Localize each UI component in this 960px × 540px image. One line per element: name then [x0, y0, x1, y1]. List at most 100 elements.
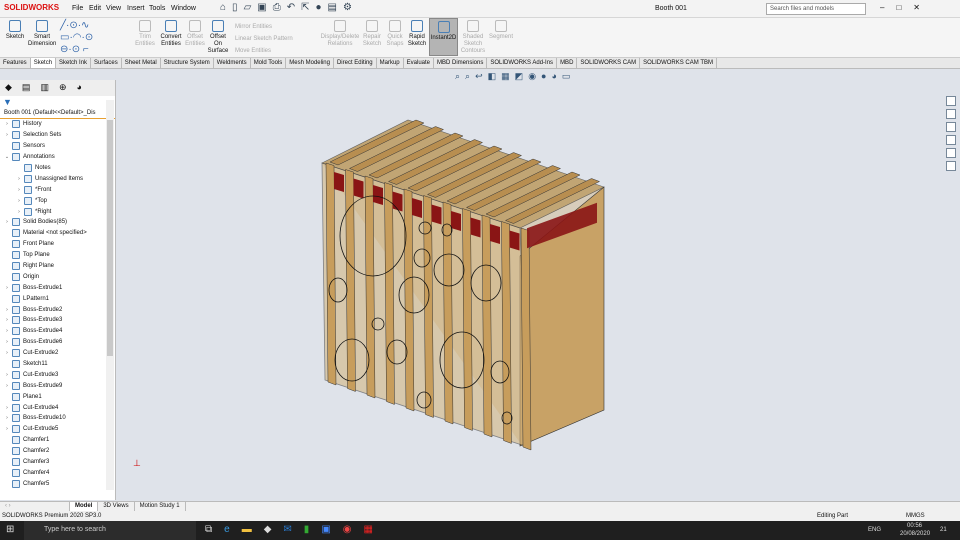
section-view-icon[interactable]: ◧: [488, 71, 497, 82]
tree-item[interactable]: Chamfer1: [0, 435, 115, 446]
tree-item[interactable]: › Solid Bodies(85): [0, 217, 115, 228]
solidworks-forum-icon[interactable]: [946, 161, 956, 171]
excel-icon[interactable]: ▮: [304, 524, 310, 535]
tab-mold-tools[interactable]: Mold Tools: [251, 58, 287, 68]
tree-root-part[interactable]: Booth 001 (Default<<Default>_Dis: [0, 109, 115, 119]
minimize-icon[interactable]: –: [880, 3, 884, 12]
mirror-entities-button[interactable]: Mirror Entities: [235, 21, 293, 33]
property-manager-tab-icon[interactable]: ▤: [22, 82, 31, 94]
tree-item[interactable]: Right Plane: [0, 261, 115, 272]
expand-arrow-icon[interactable]: ›: [14, 176, 24, 182]
tab-evaluate[interactable]: Evaluate: [404, 58, 435, 68]
filter-icon[interactable]: ▼: [0, 96, 115, 109]
tree-item[interactable]: Chamfer5: [0, 478, 115, 489]
instant2d-button[interactable]: Instant2D: [429, 18, 458, 56]
tree-item[interactable]: › Cut-Extrude5: [0, 424, 115, 435]
expand-arrow-icon[interactable]: ›: [2, 426, 12, 432]
menu-edit[interactable]: Edit: [89, 5, 101, 12]
convert-entities-button[interactable]: Convert Entities: [158, 20, 184, 48]
sketch-entity-tools[interactable]: ╱·⊙·∿ ▭·◠·⊙ ⊖·⊙ ⌐: [60, 20, 93, 56]
tab-sketch-ink[interactable]: Sketch Ink: [56, 58, 92, 68]
graphics-area-model[interactable]: [118, 85, 938, 495]
tree-item[interactable]: LPattern1: [0, 293, 115, 304]
tree-item[interactable]: › Unassigned Items: [0, 173, 115, 184]
rapid-sketch-button[interactable]: Rapid Sketch: [407, 20, 427, 48]
windows-start-icon[interactable]: ⊞: [6, 524, 14, 535]
tab-model[interactable]: Model: [70, 502, 99, 511]
tab-solidworks-cam-tbm[interactable]: SOLIDWORKS CAM TBM: [640, 58, 717, 68]
tab-sheet-metal[interactable]: Sheet Metal: [122, 58, 161, 68]
tab-surfaces[interactable]: Surfaces: [91, 58, 122, 68]
save-icon[interactable]: ▣: [257, 2, 266, 13]
tree-item[interactable]: Plane1: [0, 391, 115, 402]
language-indicator[interactable]: ENG: [868, 527, 881, 533]
tree-item[interactable]: › Cut-Extrude4: [0, 402, 115, 413]
tree-item[interactable]: Chamfer2: [0, 446, 115, 457]
tree-item[interactable]: › Boss-Extrude3: [0, 315, 115, 326]
smart-dimension-button[interactable]: Smart Dimension: [28, 20, 56, 48]
tab-mbd[interactable]: MBD: [557, 58, 578, 68]
menu-tools[interactable]: Tools: [149, 5, 165, 12]
expand-arrow-icon[interactable]: ›: [2, 383, 12, 389]
quick-snaps-button[interactable]: Quick Snaps: [386, 20, 404, 48]
home-icon[interactable]: ⌂: [220, 2, 226, 13]
clock-time[interactable]: 00:56: [907, 523, 922, 529]
tree-item[interactable]: › *Right: [0, 206, 115, 217]
sketch-button[interactable]: Sketch: [4, 20, 26, 41]
menu-insert[interactable]: Insert: [127, 5, 145, 12]
menu-view[interactable]: View: [106, 5, 121, 12]
taskbar-search[interactable]: Type here to search: [24, 521, 196, 540]
expand-arrow-icon[interactable]: ›: [14, 209, 24, 215]
tab-markup[interactable]: Markup: [377, 58, 404, 68]
tab-mesh-modeling[interactable]: Mesh Modeling: [286, 58, 334, 68]
maximize-icon[interactable]: □: [896, 3, 901, 12]
rebuild-icon[interactable]: ●: [316, 2, 322, 13]
expand-arrow-icon[interactable]: ›: [2, 317, 12, 323]
zoom-area-icon[interactable]: ⌕: [465, 71, 470, 82]
menu-window[interactable]: Window: [171, 5, 196, 12]
move-entities-button[interactable]: Move Entities: [235, 45, 293, 57]
offset-entities-button[interactable]: Offset Entities: [184, 20, 206, 48]
configuration-manager-tab-icon[interactable]: ▥: [40, 82, 49, 94]
tree-item[interactable]: Top Plane: [0, 250, 115, 261]
undo-icon[interactable]: ↶: [287, 2, 295, 13]
panel-scrollbar-thumb[interactable]: [107, 120, 113, 356]
expand-arrow-icon[interactable]: ›: [2, 415, 12, 421]
tree-item[interactable]: Chamfer3: [0, 457, 115, 468]
task-view-icon[interactable]: ⧉: [205, 524, 212, 535]
tab-3d-views[interactable]: 3D Views: [98, 502, 135, 511]
offset-on-surface-button[interactable]: Offset On Surface: [207, 20, 229, 55]
file-explorer-icon[interactable]: ▬: [242, 524, 252, 535]
tree-item[interactable]: › Boss-Extrude2: [0, 304, 115, 315]
display-manager-tab-icon[interactable]: ◕: [77, 82, 82, 94]
solidworks-taskbar-icon[interactable]: ▦: [364, 524, 373, 535]
tree-item[interactable]: › *Front: [0, 184, 115, 195]
select-icon[interactable]: ⇱: [301, 2, 309, 13]
hide-show-icon[interactable]: ◉: [528, 71, 536, 82]
linear-sketch-pattern-button[interactable]: Linear Sketch Pattern: [235, 33, 293, 45]
file-explorer-icon[interactable]: [946, 122, 956, 132]
tab-solidworks-add-ins[interactable]: SOLIDWORKS Add-Ins: [487, 58, 558, 68]
expand-arrow-icon[interactable]: ›: [2, 328, 12, 334]
open-icon[interactable]: ▱: [244, 2, 252, 13]
tree-item[interactable]: › *Top: [0, 195, 115, 206]
tree-item[interactable]: › Boss-Extrude6: [0, 337, 115, 348]
tab-motion-study[interactable]: Motion Study 1: [135, 502, 186, 511]
clock-date[interactable]: 20/08/2020: [900, 531, 930, 537]
menu-file[interactable]: File: [72, 5, 83, 12]
scene-icon[interactable]: ◕: [551, 71, 556, 82]
chrome-icon[interactable]: ◉: [343, 524, 352, 535]
file-properties-icon[interactable]: ▤: [328, 2, 337, 13]
expand-arrow-icon[interactable]: ›: [2, 121, 12, 127]
feature-manager-tab-icon[interactable]: ◆: [5, 82, 12, 94]
tree-item[interactable]: › Boss-Extrude1: [0, 282, 115, 293]
expand-arrow-icon[interactable]: ›: [2, 219, 12, 225]
tab-sketch[interactable]: Sketch: [30, 58, 57, 68]
expand-arrow-icon[interactable]: ›: [2, 285, 12, 291]
tree-item[interactable]: Material <not specified>: [0, 228, 115, 239]
view-settings-icon[interactable]: ▭: [562, 71, 571, 82]
tab-features[interactable]: Features: [0, 58, 31, 68]
tab-scroll-arrows[interactable]: ‹ ›: [0, 502, 70, 511]
new-icon[interactable]: ▯: [232, 2, 238, 13]
tree-item[interactable]: › Boss-Extrude10: [0, 413, 115, 424]
